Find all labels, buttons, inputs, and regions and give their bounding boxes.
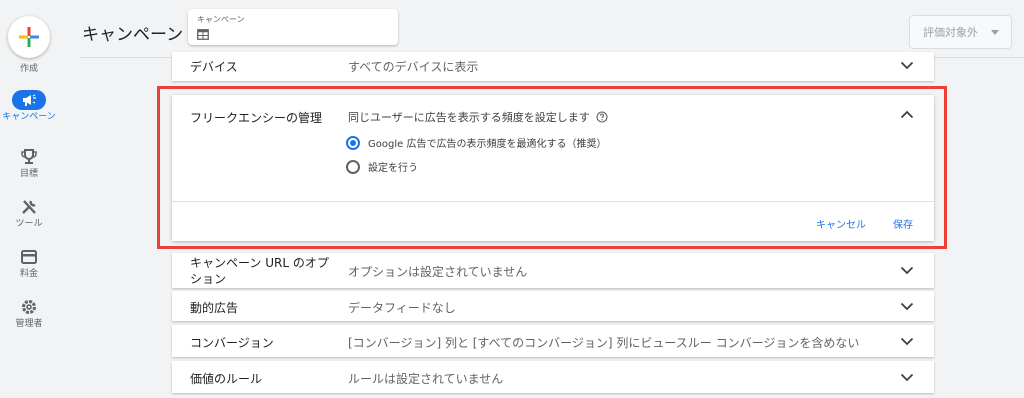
nav-item-admin[interactable]: 管理者 bbox=[0, 297, 58, 330]
nav-label-admin: 管理者 bbox=[15, 319, 43, 329]
evaluation-dropdown-label: 評価対象外 bbox=[923, 26, 978, 39]
row-label: 動的広告 bbox=[190, 301, 239, 315]
chevron-down-icon[interactable] bbox=[900, 337, 914, 346]
setting-row-url-options[interactable]: キャンペーン URL のオプション オプションは設定されていません bbox=[172, 253, 934, 288]
nav-label-tools: ツール bbox=[15, 219, 43, 229]
nav-item-campaigns[interactable]: キャンペーン bbox=[0, 90, 58, 123]
create-button[interactable] bbox=[8, 16, 50, 58]
row-value: データフィードなし bbox=[348, 301, 456, 315]
row-label: コンバージョン bbox=[190, 336, 274, 350]
chevron-down-icon[interactable] bbox=[900, 61, 914, 70]
page-title: キャンペーン bbox=[82, 25, 184, 45]
row-value: [コンバージョン] 列と [すべてのコンバージョン] 列にビュースルー コンバー… bbox=[348, 336, 860, 350]
setting-row-conversion[interactable]: コンバージョン [コンバージョン] 列と [すべてのコンバージョン] 列にビュー… bbox=[172, 325, 934, 357]
trophy-icon bbox=[21, 149, 37, 164]
nav-item-goals[interactable]: 目標 bbox=[0, 147, 58, 180]
nav-label-billing: 料金 bbox=[19, 269, 38, 279]
nav-item-tools[interactable]: ツール bbox=[0, 197, 58, 230]
row-label: 価値のルール bbox=[190, 372, 263, 386]
credit-card-icon bbox=[21, 250, 37, 264]
row-label: キャンペーン URL のオプション bbox=[190, 256, 329, 286]
campaign-selector-label: キャンペーン bbox=[197, 15, 245, 24]
create-label: 作成 bbox=[19, 64, 38, 74]
nav-label-goals: 目標 bbox=[19, 169, 38, 179]
nav-label-campaigns: キャンペーン bbox=[2, 112, 56, 122]
row-label: デバイス bbox=[190, 60, 238, 74]
evaluation-dropdown[interactable]: 評価対象外 bbox=[909, 15, 1012, 49]
setting-row-dynamic-ads[interactable]: 動的広告 データフィードなし bbox=[172, 291, 934, 321]
row-value: ルールは設定されていません bbox=[348, 372, 504, 386]
plus-icon bbox=[19, 27, 39, 47]
row-value: すべてのデバイスに表示 bbox=[348, 60, 479, 74]
campaign-selector[interactable]: キャンペーン bbox=[188, 9, 398, 45]
setting-row-value-rules[interactable]: 価値のルール ルールは設定されていません bbox=[172, 361, 934, 393]
chevron-down-icon[interactable] bbox=[900, 266, 914, 275]
table-icon bbox=[197, 29, 209, 40]
chevron-down-icon[interactable] bbox=[900, 302, 914, 311]
nav-item-billing[interactable]: 料金 bbox=[0, 247, 58, 280]
gear-icon bbox=[22, 300, 36, 314]
tools-icon bbox=[22, 200, 36, 214]
caret-down-icon bbox=[991, 30, 999, 35]
nav-rail: 作成 キャンペーン 目標 ツール 料金 管理者 bbox=[0, 0, 58, 398]
chevron-down-icon[interactable] bbox=[900, 373, 914, 382]
row-value: オプションは設定されていません bbox=[348, 265, 528, 279]
highlight-annotation-box bbox=[157, 86, 947, 249]
megaphone-icon bbox=[23, 94, 36, 106]
setting-row-device[interactable]: デバイス すべてのデバイスに表示 bbox=[172, 52, 934, 81]
